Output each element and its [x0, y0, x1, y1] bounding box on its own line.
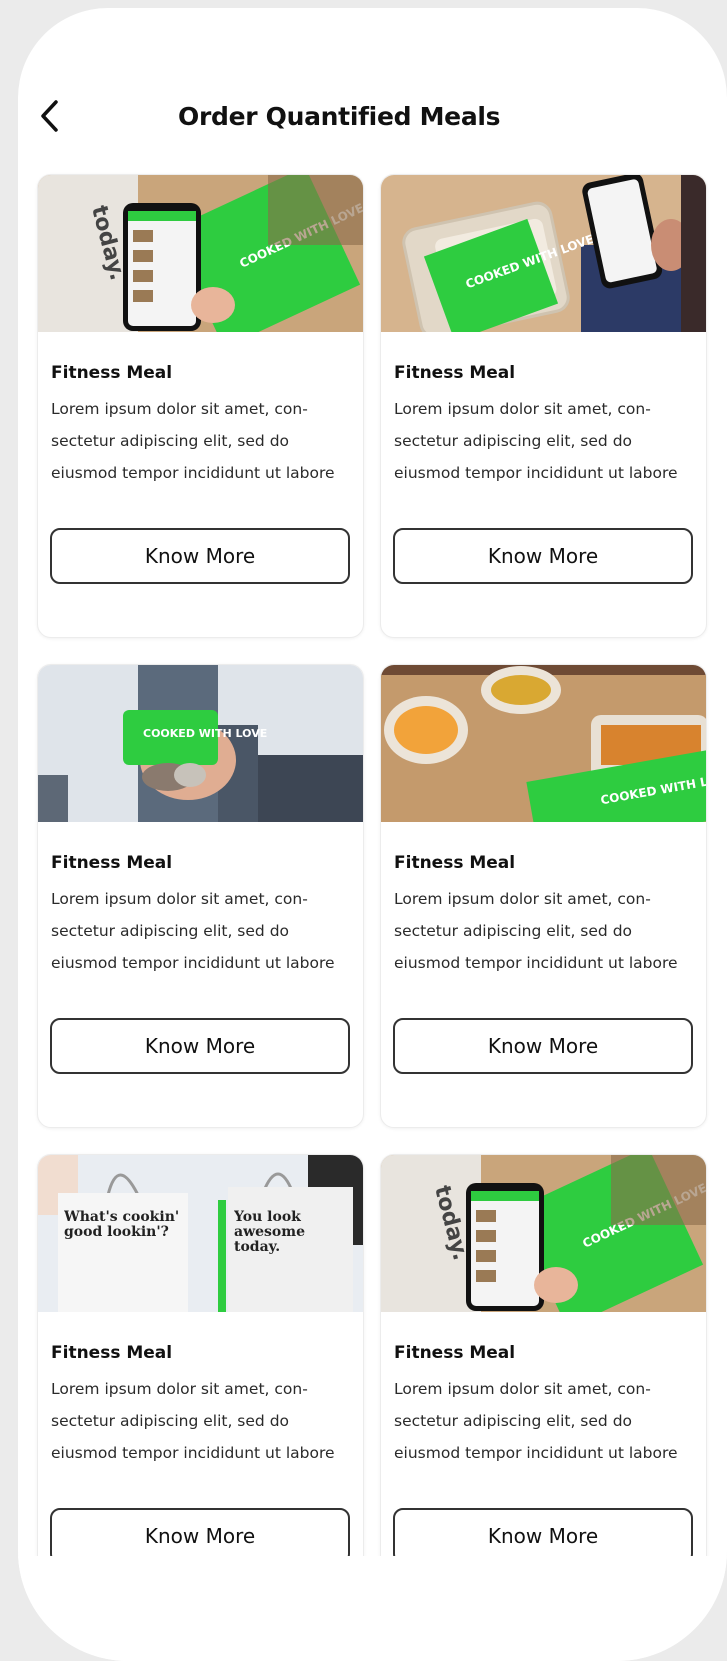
- meal-card: COOKED WITH LOVE Fitness Meal Lorem ipsu…: [37, 664, 364, 1128]
- meal-image: today. COOKED WITH LOVE: [381, 1155, 706, 1312]
- meal-image: COOKED WITH LOVE: [38, 665, 363, 822]
- meal-card: today. COOKED WITH LOVE Fitness Meal Lor…: [380, 1154, 707, 1618]
- meal-title: Fitness Meal: [51, 1343, 173, 1363]
- know-more-button[interactable]: Know More: [50, 1018, 350, 1074]
- meal-image: COOKED WITH LOVE: [381, 175, 706, 332]
- meal-card: COOKED WITH LOVE Fitness Meal Lorem ipsu…: [380, 174, 707, 638]
- bottom-fade: [18, 1556, 727, 1661]
- bag-text-right: You look awesome today.: [234, 1210, 305, 1255]
- meal-description: Lorem ipsum dolor sit amet, con-sectetur…: [394, 400, 678, 482]
- meal-image: What's cookin' good lookin'? You look aw…: [38, 1155, 363, 1312]
- meal-image: today. COOKED WITH LOVE: [38, 175, 363, 332]
- know-more-button[interactable]: Know More: [393, 1018, 693, 1074]
- meal-title: Fitness Meal: [51, 853, 173, 873]
- meal-title: Fitness Meal: [394, 363, 516, 383]
- back-button[interactable]: [30, 96, 70, 136]
- meal-card: What's cookin' good lookin'? You look aw…: [37, 1154, 364, 1618]
- meal-image: COOKED WITH LOVE.: [381, 665, 706, 822]
- know-more-button[interactable]: Know More: [393, 528, 693, 584]
- meal-description: Lorem ipsum dolor sit amet, con-sectetur…: [394, 1380, 678, 1462]
- bag-text-left: What's cookin' good lookin'?: [64, 1210, 180, 1240]
- phone-screen: Order Quantified Meals today. COOKED WIT…: [18, 8, 727, 1661]
- meal-description: Lorem ipsum dolor sit amet, con-sectetur…: [51, 400, 335, 482]
- know-more-button[interactable]: Know More: [50, 528, 350, 584]
- meal-description: Lorem ipsum dolor sit amet, con-sectetur…: [394, 890, 678, 972]
- meal-title: Fitness Meal: [394, 853, 516, 873]
- meal-description: Lorem ipsum dolor sit amet, con-sectetur…: [51, 1380, 335, 1462]
- page-title: Order Quantified Meals: [178, 102, 501, 131]
- chevron-left-icon: [41, 100, 58, 132]
- meal-card: today. COOKED WITH LOVE Fitness Meal Lor…: [37, 174, 364, 638]
- header: Order Quantified Meals: [18, 92, 727, 148]
- meal-title: Fitness Meal: [51, 363, 173, 383]
- meal-card: COOKED WITH LOVE. Fitness Meal Lorem ips…: [380, 664, 707, 1128]
- meal-title: Fitness Meal: [394, 1343, 516, 1363]
- meal-description: Lorem ipsum dolor sit amet, con-sectetur…: [51, 890, 335, 972]
- box-label: COOKED WITH LOVE: [143, 727, 267, 740]
